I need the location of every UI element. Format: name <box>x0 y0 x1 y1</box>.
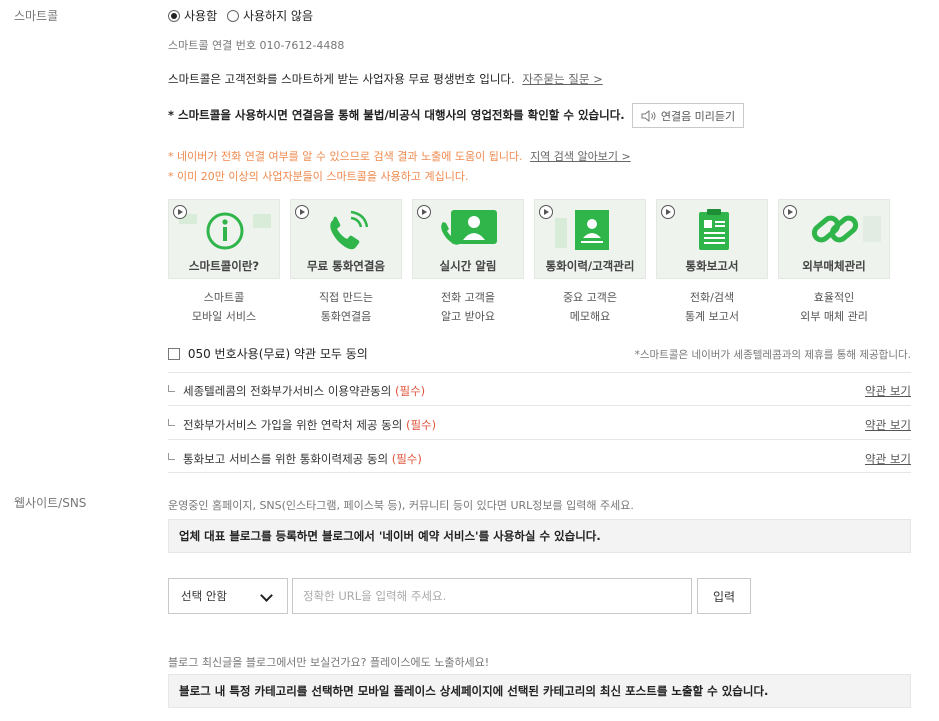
site-type-select[interactable]: 선택 안함 <box>168 578 288 614</box>
desc-line: 모바일 서비스 <box>191 310 257 323</box>
feature-card-desc: 전화 고객을알고 받아요 <box>412 288 524 326</box>
desc-line: 메모해요 <box>569 310 611 323</box>
feature-card-title: 무료 통화연결음 <box>306 259 386 273</box>
play-icon[interactable] <box>173 205 187 219</box>
indent-corner-icon <box>168 419 175 426</box>
faq-link[interactable]: 자주묻는 질문 > <box>522 72 602 86</box>
site-type-select-value[interactable]: 선택 안함 <box>181 589 227 603</box>
partner-note: *스마트콜은 네이버가 세종텔레콤과의 제휴를 통해 제공합니다. <box>634 349 911 361</box>
chevron-down-icon[interactable] <box>260 589 273 602</box>
agree-all-checkbox[interactable] <box>168 347 180 360</box>
divider <box>168 472 911 473</box>
required-mark: (필수) <box>405 418 437 432</box>
feature-card-title: 통화이력/고객관리 <box>545 259 635 273</box>
feature-card-desc: 스마트콜모바일 서비스 <box>168 288 280 326</box>
feature-card-history[interactable]: 통화이력/고객관리 <box>534 199 646 279</box>
website-section-label: 웹사이트/SNS <box>14 496 87 510</box>
desc-line: 통계 보고서 <box>684 310 740 323</box>
desc-line: 효율적인 <box>813 291 855 304</box>
agreement-row: 통화보고 서비스를 위한 통화이력제공 동의 (필수) 약관 보기 <box>168 451 911 467</box>
divider <box>168 372 911 373</box>
website-desc: 운영중인 홈페이지, SNS(인스타그램, 페이스북 등), 커뮤니티 등이 있… <box>168 499 634 512</box>
feature-card-title: 실시간 알림 <box>439 259 497 273</box>
indent-corner-icon <box>168 453 175 460</box>
desc-line: 전화 고객을 <box>440 291 496 304</box>
smartcall-section-label: 스마트콜 <box>14 9 59 23</box>
agreement-text: 통화보고 서비스를 위한 통화이력제공 동의 <box>183 452 389 466</box>
smartcall-intro-line: 스마트콜은 고객전화를 스마트하게 받는 사업자용 무료 평생번호 입니다. 자… <box>168 71 603 87</box>
desc-line: 통화연결음 <box>320 310 372 323</box>
desc-line: 전화/검색 <box>689 291 735 304</box>
radio-use-indicator[interactable] <box>168 9 180 22</box>
blog-question: 블로그 최신글을 블로그에서만 보실건가요? 플레이스에도 노출하세요! <box>168 656 490 669</box>
indent-corner-icon <box>168 385 175 392</box>
radio-use-label[interactable]: 사용함 <box>184 9 217 23</box>
feature-card-desc: 직접 만드는통화연결음 <box>290 288 402 326</box>
divider <box>168 439 911 440</box>
feature-card-smartcall[interactable]: 스마트콜이란? <box>168 199 280 279</box>
desc-line: 알고 받아요 <box>440 310 496 323</box>
agreement-row: 전화부가서비스 가입을 위한 연락처 제공 동의 (필수) 약관 보기 <box>168 417 911 433</box>
agreement-text: 세종텔레콤의 전화부가서비스 이용약관동의 <box>183 384 392 398</box>
ringtone-preview-button[interactable]: 연결음 미리듣기 <box>632 103 744 128</box>
blog-info-box: 업체 대표 블로그를 등록하면 블로그에서 '네이버 예약 서비스'를 사용하실… <box>168 519 911 553</box>
feature-card-desc: 전화/검색통계 보고서 <box>656 288 768 326</box>
radio-use[interactable]: 사용함 <box>168 8 227 23</box>
orange-notice-1-line: * 네이버가 전화 연결 여부를 알 수 있으므로 검색 결과 노출에 도움이 … <box>168 148 631 164</box>
feature-card-report[interactable]: 통화보고서 <box>656 199 768 279</box>
orange-notice-2: * 이미 20만 이상의 사업자분들이 스마트콜을 사용하고 계십니다. <box>168 170 469 183</box>
url-input[interactable] <box>292 578 692 614</box>
play-icon[interactable] <box>539 205 553 219</box>
radio-nouse-indicator[interactable] <box>226 9 239 22</box>
smartcall-number: 스마트콜 연결 번호 010-7612-4488 <box>168 39 345 52</box>
radio-nouse[interactable]: 사용하지 않음 <box>226 8 319 23</box>
radio-nouse-label[interactable]: 사용하지 않음 <box>243 9 313 23</box>
view-terms-link[interactable]: 약관 보기 <box>865 383 911 399</box>
desc-line: 스마트콜 <box>203 291 245 304</box>
required-mark: (필수) <box>391 452 422 466</box>
play-icon[interactable] <box>295 205 309 219</box>
play-icon[interactable] <box>661 205 675 219</box>
feature-card-realtime[interactable]: 실시간 알림 <box>412 199 524 279</box>
url-submit-button[interactable]: 입력 <box>697 578 751 614</box>
orange-notice-1: * 네이버가 전화 연결 여부를 알 수 있으므로 검색 결과 노출에 도움이 … <box>168 150 523 163</box>
agree-all-row[interactable]: 050 번호사용(무료) 약관 모두 동의 <box>168 345 368 362</box>
feature-card-desc: 효율적인외부 매체 관리 <box>778 288 890 326</box>
feature-card-external[interactable]: 외부매체관리 <box>778 199 890 279</box>
view-terms-link[interactable]: 약관 보기 <box>865 451 911 467</box>
feature-card-title: 통화보고서 <box>685 259 739 273</box>
category-info-box: 블로그 내 특정 카테고리를 선택하면 모바일 플레이스 상세페이지에 선택된 … <box>168 674 911 708</box>
feature-card-desc: 중요 고객은메모해요 <box>534 288 646 326</box>
speaker-icon <box>641 109 656 122</box>
feature-card-ringtone[interactable]: 무료 통화연결음 <box>290 199 402 279</box>
ringtone-preview-label[interactable]: 연결음 미리듣기 <box>661 108 735 124</box>
agreement-row: 세종텔레콤의 전화부가서비스 이용약관동의 (필수) 약관 보기 <box>168 383 911 399</box>
feature-card-title: 스마트콜이란? <box>188 259 260 273</box>
smartcall-radio-group: 사용함 사용하지 않음 <box>168 7 319 24</box>
feature-card-title: 외부매체관리 <box>802 259 866 273</box>
divider <box>168 405 911 406</box>
agree-all-label[interactable]: 050 번호사용(무료) 약관 모두 동의 <box>188 347 368 361</box>
smartcall-intro: 스마트콜은 고객전화를 스마트하게 받는 사업자용 무료 평생번호 입니다. <box>168 72 515 86</box>
desc-line: 외부 매체 관리 <box>800 310 868 323</box>
desc-line: 중요 고객은 <box>562 291 618 304</box>
required-mark: (필수) <box>395 384 426 398</box>
agreement-text: 전화부가서비스 가입을 위한 연락처 제공 동의 <box>183 418 403 432</box>
url-submit-label[interactable]: 입력 <box>713 588 735 605</box>
region-search-link[interactable]: 지역 검색 알아보기 > <box>530 150 631 163</box>
desc-line: 직접 만드는 <box>318 291 374 304</box>
smartcall-notice: * 스마트콜을 사용하시면 연결음을 통해 불법/비공식 대행사의 영업전화를 … <box>168 108 625 122</box>
play-icon[interactable] <box>417 205 431 219</box>
view-terms-link[interactable]: 약관 보기 <box>865 417 911 433</box>
play-icon[interactable] <box>783 205 797 219</box>
